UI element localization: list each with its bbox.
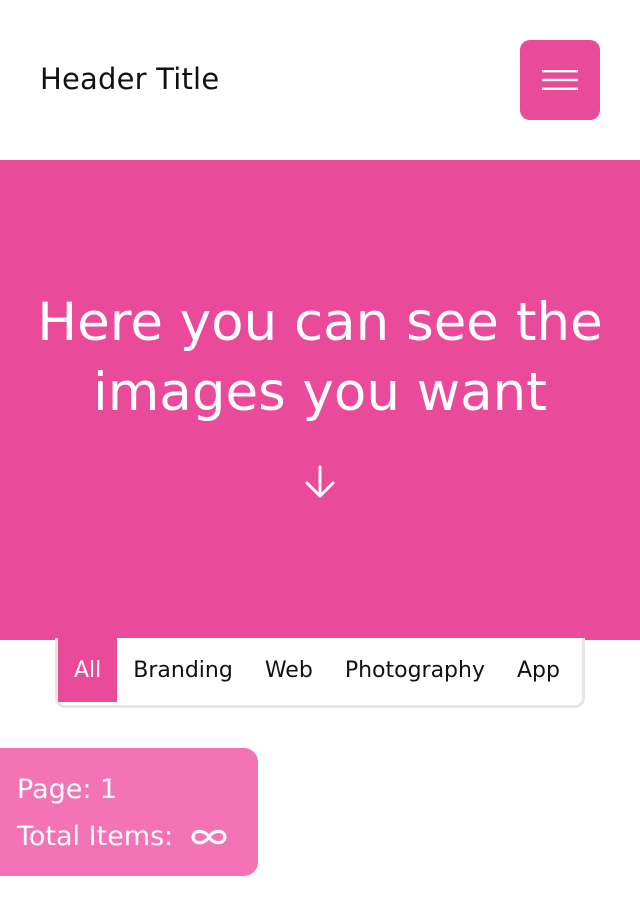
hamburger-menu-icon [542,70,578,90]
filter-tab-photography[interactable]: Photography [329,638,501,702]
menu-button[interactable] [520,40,600,120]
header-title: Header Title [40,62,220,96]
filter-tabs: All Branding Web Photography App [55,638,585,708]
hero-banner: Here you can see the images you want [0,160,640,640]
infinity-icon [191,829,227,844]
hero-title-line-1: Here you can see the [37,292,603,353]
total-items-label: Total Items: [17,821,174,852]
header: Header Title [0,0,640,160]
filter-tab-branding[interactable]: Branding [117,638,249,702]
filter-tab-app[interactable]: App [501,638,576,702]
arrow-down-icon[interactable] [300,462,340,502]
pagination-card: Page: 1 Total Items: [0,748,258,876]
hero-title-line-2: images you want [93,362,547,423]
filter-tab-all[interactable]: All [58,638,118,702]
hero-title: Here you can see the images you want [0,288,640,428]
page-number: Page: 1 [17,774,118,805]
filter-tab-web[interactable]: Web [249,638,329,702]
total-items: Total Items: [17,821,229,852]
